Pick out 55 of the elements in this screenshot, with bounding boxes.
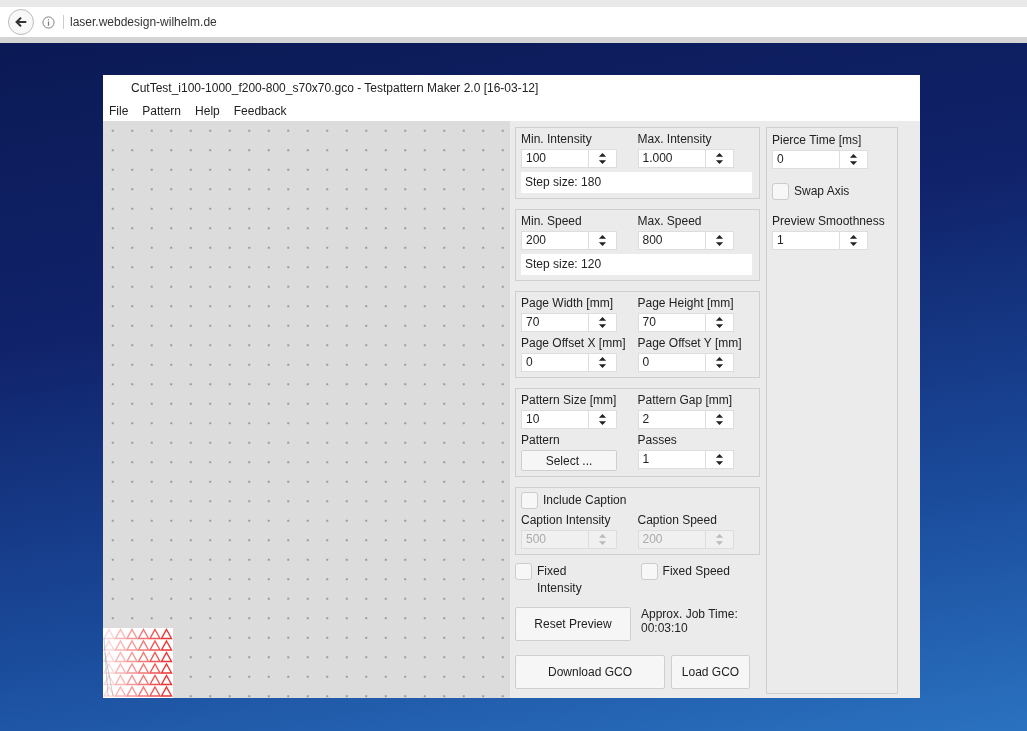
number-spinner[interactable]: 1 xyxy=(772,231,868,250)
field-label: Min. Speed xyxy=(521,214,583,228)
number-spinner[interactable]: 70 xyxy=(637,313,734,332)
number-spinner[interactable]: 10 xyxy=(521,410,617,429)
step-size-text: Step size: 120 xyxy=(521,254,752,275)
triangle-pattern-drawing xyxy=(103,628,173,698)
number-spinner[interactable]: 0 xyxy=(772,150,868,169)
field-label: Pierce Time [ms] xyxy=(772,133,863,147)
number-spinner[interactable]: 800 xyxy=(637,231,734,250)
menu-item[interactable]: Pattern xyxy=(142,104,182,118)
field-label: Caption Speed xyxy=(637,513,718,527)
checkbox-label: Fixed Speed xyxy=(662,563,730,580)
field-label: Page Offset X [mm] xyxy=(521,336,627,350)
checkbox[interactable] xyxy=(515,563,532,580)
number-spinner[interactable]: 1.000 xyxy=(637,149,734,168)
field-label: Pattern xyxy=(521,433,561,447)
menu-item[interactable]: Help xyxy=(195,104,220,118)
number-spinner[interactable]: 2 xyxy=(637,410,734,429)
field-label: Pattern Gap [mm] xyxy=(637,393,734,407)
back-arrow-icon xyxy=(14,15,28,29)
menu-item[interactable]: File xyxy=(109,104,129,118)
checkbox[interactable] xyxy=(772,183,789,200)
window-title: CutTest_i100-1000_f200-800_s70x70.gco - Testpattern Maker 2.0 [16-03-12] xyxy=(130,80,540,97)
field-label: Page Width [mm] xyxy=(521,296,615,310)
field-label: Page Offset Y [mm] xyxy=(637,336,743,350)
load-button[interactable]: Load GCO xyxy=(671,655,750,689)
number-spinner[interactable]: 70 xyxy=(521,313,617,332)
back-button[interactable] xyxy=(8,9,34,35)
address-bar[interactable]: laser.webdesign-wilhelm.de xyxy=(63,15,217,29)
number-spinner[interactable]: 200 xyxy=(521,231,617,250)
step-size-text: Step size: 180 xyxy=(521,172,752,193)
checkbox-label: Fixed Intensity xyxy=(537,563,583,597)
checkbox[interactable] xyxy=(521,492,538,509)
field-label: Page Height [mm] xyxy=(637,296,735,310)
field-label: Preview Smoothness xyxy=(772,214,886,228)
number-spinner[interactable]: 0 xyxy=(637,353,734,372)
field-label: Caption Intensity xyxy=(521,513,612,527)
field-label: Min. Intensity xyxy=(521,132,593,146)
job-time-label: Approx. Job Time: xyxy=(641,607,738,621)
number-spinner[interactable]: 0 xyxy=(521,353,617,372)
checkbox-label: Swap Axis xyxy=(794,183,850,200)
checkbox-label: Include Caption xyxy=(543,492,627,509)
info-icon xyxy=(42,15,55,29)
menu-item[interactable]: Feedback xyxy=(233,104,287,118)
field-label: Pattern Size [mm] xyxy=(521,393,618,407)
checkbox[interactable] xyxy=(640,563,658,580)
reset-preview-button[interactable]: Reset Preview xyxy=(515,607,631,641)
field-label: Passes xyxy=(637,433,678,447)
field-label: Max. Intensity xyxy=(637,132,713,146)
number-spinner[interactable]: 1 xyxy=(637,450,734,469)
select-button[interactable]: Select ... xyxy=(521,450,617,471)
download-button[interactable]: Download GCO xyxy=(515,655,665,689)
job-time-value: 00:03:10 xyxy=(641,621,689,635)
field-label: Max. Speed xyxy=(637,214,703,228)
number-spinner[interactable]: 100 xyxy=(521,149,617,168)
